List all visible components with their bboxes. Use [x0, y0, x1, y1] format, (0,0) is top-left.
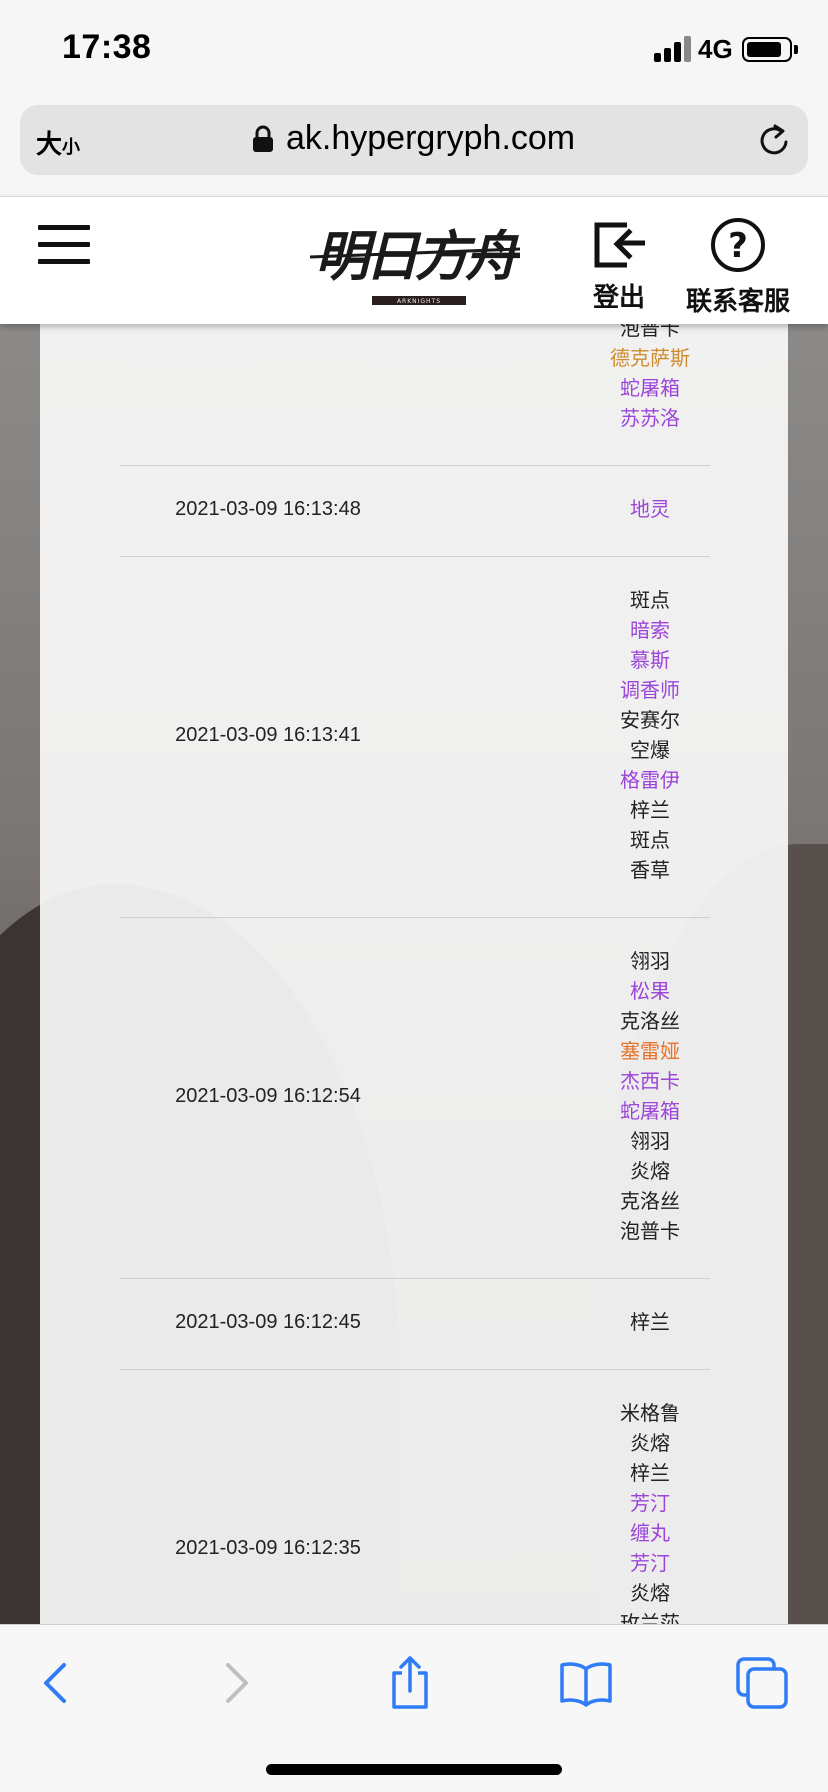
operator-name: 德克萨斯 [610, 348, 690, 370]
operator-list: 梓兰 [540, 1308, 760, 1338]
operator-name: 蛇屠箱 [620, 378, 680, 400]
logout-label: 登出 [592, 282, 645, 312]
record-time: 2021-03-09 16:12:45 [175, 1311, 361, 1333]
operator-name: 芳汀 [630, 1493, 670, 1515]
operator-name: 芳汀 [630, 1553, 670, 1575]
record-time: 2021-03-09 16:12:35 [175, 1537, 361, 1559]
operator-name: 格雷伊 [620, 770, 680, 792]
share-icon[interactable] [382, 1655, 438, 1711]
record-row: 2021-03-09 16:12:35米格鲁炎熔梓兰芳汀缠丸芳汀炎熔玫兰莎乌有翎… [40, 1369, 788, 1624]
text-size-small: 小 [62, 137, 81, 157]
record-row: 2021-03-09 16:13:41 斑点 暗索 慕斯 调香师 安赛尔 空爆 格雷伊 梓兰 斑点… [40, 556, 788, 916]
row-divider [120, 556, 710, 557]
operator-name: 苏苏洛 [620, 408, 680, 430]
back-icon[interactable] [30, 1655, 86, 1711]
record-time: 2021-03-09 16:13:41 [175, 724, 361, 746]
operator-name: 炎熔 [630, 1433, 670, 1455]
operator-name: 炎熔 [630, 1583, 670, 1605]
svg-text:ARKNIGHTS: ARKNIGHTS [397, 298, 441, 305]
operator-name: 泡普卡 [620, 324, 680, 340]
operator-name: 调香师 [620, 680, 680, 702]
operator-name: 克洛丝 [620, 1011, 680, 1033]
support-label: 联系客服 [685, 286, 790, 316]
battery-cap [794, 45, 798, 54]
operator-name: 斑点 [630, 590, 670, 612]
row-divider [120, 465, 710, 466]
text-size-button[interactable]: 大小 [36, 124, 80, 161]
operator-name: 玫兰莎 [620, 1613, 680, 1624]
text-size-big: 大 [36, 129, 63, 159]
record-time: 2021-03-09 16:12:54 [175, 1085, 361, 1107]
record-row: 2021-03-09 16:13:48 地灵 [40, 465, 788, 555]
record-row: 泡普卡德克萨斯蛇屠箱苏苏洛 [40, 324, 788, 464]
forward-icon[interactable] [206, 1655, 262, 1711]
operator-name: 松果 [630, 981, 670, 1003]
logout-button[interactable]: 登出 [586, 217, 652, 317]
menu-icon[interactable] [38, 225, 90, 265]
home-indicator [266, 1764, 562, 1775]
signal-icon [654, 36, 692, 62]
operator-name: 米格鲁 [620, 1403, 680, 1425]
operator-name: 翎羽 [630, 1131, 670, 1153]
tabs-icon[interactable] [734, 1655, 790, 1711]
battery-icon [742, 37, 792, 62]
help-icon: ? [711, 218, 765, 272]
bookmarks-icon[interactable] [558, 1655, 614, 1711]
record-row: 2021-03-09 16:12:54 翎羽 松果 克洛丝 塞雷娅 杰西卡 蛇屠箱 翎羽 炎熔克… [40, 917, 788, 1277]
operator-name: 梓兰 [630, 800, 670, 822]
address-bar[interactable]: 大小 ak.hypergryph.com [20, 105, 808, 175]
support-button[interactable]: ? 联系客服 [684, 217, 792, 317]
lock-icon [253, 125, 273, 152]
row-divider [120, 917, 710, 918]
operator-name: 慕斯 [630, 650, 670, 672]
gacha-record-panel: 泡普卡 德克萨斯 蛇屠箱 苏苏洛 2021-03-09 16:13:48 地灵 2021-0… [40, 324, 788, 1624]
operator-name: 斑点 [630, 830, 670, 852]
operator-name: 香草 [630, 860, 670, 882]
operator-list: 米格鲁炎熔梓兰芳汀缠丸芳汀炎熔玫兰莎乌有翎羽 [540, 1399, 760, 1624]
reload-icon[interactable] [756, 123, 792, 159]
operator-name: 翎羽 [630, 951, 670, 973]
operator-name: 梓兰 [630, 1463, 670, 1485]
site-header: 明日方舟 ARKNIGHTS 登出 ? 联系客服 [0, 196, 828, 324]
row-divider [120, 1369, 710, 1370]
operator-name: 地灵 [630, 499, 670, 521]
record-row: 2021-03-09 16:12:45 梓兰 [40, 1278, 788, 1368]
operator-name: 安赛尔 [620, 710, 680, 732]
operator-list: 翎羽 松果 克洛丝 塞雷娅 杰西卡 蛇屠箱 翎羽 炎熔 克洛丝 泡普卡 [540, 947, 760, 1247]
operator-name: 梓兰 [630, 1312, 670, 1334]
url-text[interactable]: ak.hypergryph.com [286, 119, 575, 158]
operator-list: 地灵 [540, 495, 760, 525]
operator-list: 泡普卡德克萨斯蛇屠箱苏苏洛 [540, 324, 760, 434]
operator-name: 炎熔 [630, 1161, 670, 1183]
operator-name: 泡普卡 [620, 1221, 680, 1243]
status-bar: 17:38 4G [0, 0, 828, 98]
operator-name: 暗索 [630, 620, 670, 642]
arknights-logo[interactable]: 明日方舟 ARKNIGHTS [310, 213, 520, 309]
operator-name: 蛇屠箱 [620, 1101, 680, 1123]
row-divider [120, 1278, 710, 1279]
operator-list: 斑点 暗索 慕斯 调香师 安赛尔 空爆 格雷伊 梓兰 斑点 香草 [540, 586, 760, 886]
operator-name: 杰西卡 [620, 1071, 680, 1093]
record-time: 2021-03-09 16:13:48 [175, 498, 361, 520]
operator-name: 塞雷娅 [620, 1041, 680, 1063]
svg-text:?: ? [728, 226, 748, 266]
network-label: 4G [698, 34, 733, 64]
logout-icon [594, 222, 645, 268]
operator-name: 克洛丝 [620, 1191, 680, 1213]
operator-name: 缠丸 [630, 1523, 670, 1545]
status-time: 17:38 [62, 28, 152, 66]
operator-name: 空爆 [630, 740, 670, 762]
